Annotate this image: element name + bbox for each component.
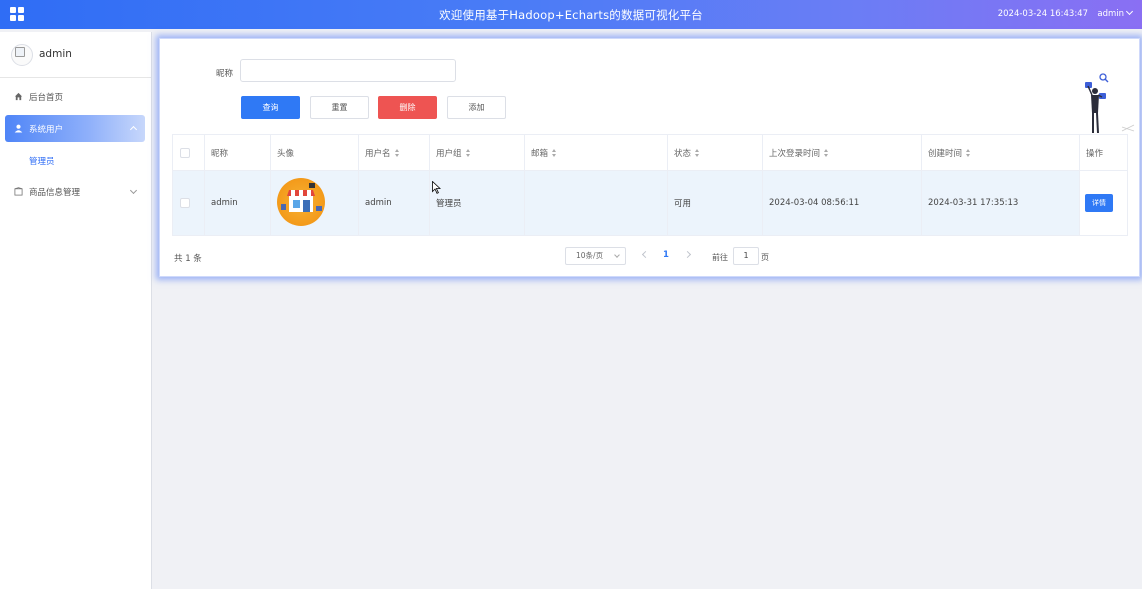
cell-nickname: admin (205, 171, 271, 235)
goto-page-input[interactable]: 1 (733, 247, 759, 265)
goto-label: 前往 (712, 253, 728, 262)
col-actions: 操作 (1086, 148, 1104, 159)
page-size-select[interactable]: 10条/页 (565, 247, 626, 265)
col-email[interactable]: 邮箱 (525, 135, 668, 170)
col-username[interactable]: 用户名 (359, 135, 430, 170)
sidebar-profile: admin (0, 32, 151, 78)
col-nickname: 昵称 (205, 135, 271, 170)
sidebar-item-products[interactable]: 商品信息管理 (5, 178, 145, 205)
main-card: 昵称 查询 重置 删除 添加 昵称 头像 用户名 用户组 邮箱 状态 上次登录时… (159, 38, 1140, 277)
chevron-down-icon (614, 252, 620, 258)
cell-last-login: 2024-03-04 08:56:11 (763, 171, 922, 235)
sidebar-item-label: 系统用户 (29, 125, 64, 135)
pagination-total: 共 1 条 (174, 254, 202, 264)
top-header: 欢迎使用基于Hadoop+Echarts的数据可视化平台 2024-03-24 … (0, 0, 1142, 29)
box-icon (14, 187, 23, 196)
user-icon (14, 124, 23, 133)
table-row[interactable]: admin admin 管理员 可用 2024-03-04 08:56:11 2… (173, 171, 1127, 235)
sidebar-item-label: 后台首页 (29, 93, 64, 103)
query-button[interactable]: 查询 (241, 96, 300, 119)
nickname-search-input[interactable] (240, 59, 456, 82)
table-header: 昵称 头像 用户名 用户组 邮箱 状态 上次登录时间 创建时间 操作 (173, 135, 1127, 171)
chevron-down-icon (1125, 7, 1134, 16)
cell-avatar (271, 171, 359, 235)
cell-username: admin (359, 171, 430, 235)
col-status[interactable]: 状态 (668, 135, 763, 170)
cell-status: 可用 (668, 171, 763, 235)
cell-usergroup: 管理员 (430, 171, 525, 235)
mouse-cursor-icon (432, 181, 441, 194)
datetime-display: 2024-03-24 16:43:47 (997, 9, 1088, 19)
search-illustration-icon (1085, 73, 1135, 134)
cell-created: 2024-03-31 17:35:13 (922, 171, 1080, 235)
page-size-value: 10条/页 (576, 251, 604, 260)
sort-icon[interactable] (465, 149, 471, 157)
col-last-login[interactable]: 上次登录时间 (763, 135, 922, 170)
sidebar-subitem-admin[interactable]: 管理员 (29, 155, 55, 167)
select-all-checkbox[interactable] (180, 147, 190, 158)
cell-actions: 详情 (1080, 171, 1127, 235)
chevron-down-icon (129, 186, 138, 195)
cell-email (525, 171, 668, 235)
home-icon (14, 92, 23, 101)
page-number-current[interactable]: 1 (663, 250, 669, 260)
user-menu-label: admin (1097, 9, 1124, 19)
add-button[interactable]: 添加 (447, 96, 506, 119)
row-select-cell (173, 171, 205, 235)
select-all-cell (173, 135, 205, 170)
sidebar-item-system-users[interactable]: 系统用户 (5, 115, 145, 142)
reset-button[interactable]: 重置 (310, 96, 369, 119)
sort-icon[interactable] (824, 149, 829, 157)
prev-page-icon[interactable] (641, 250, 650, 259)
nickname-label: 昵称 (216, 69, 234, 79)
user-menu[interactable]: admin (1097, 7, 1134, 19)
user-avatar-image (277, 178, 325, 226)
delete-button[interactable]: 删除 (378, 96, 437, 119)
sidebar-item-label: 商品信息管理 (29, 188, 81, 198)
users-table: 昵称 头像 用户名 用户组 邮箱 状态 上次登录时间 创建时间 操作 admin (172, 134, 1128, 236)
sort-icon[interactable] (966, 149, 971, 157)
col-created[interactable]: 创建时间 (922, 135, 1080, 170)
sort-icon[interactable] (552, 149, 557, 157)
col-usergroup[interactable]: 用户组 (430, 135, 525, 170)
next-page-icon[interactable] (683, 250, 692, 259)
sidebar-username: admin (39, 48, 72, 60)
avatar (11, 44, 33, 66)
col-avatar: 头像 (271, 135, 359, 170)
sidebar-item-home[interactable]: 后台首页 (5, 83, 145, 110)
sort-icon[interactable] (394, 149, 400, 157)
chevron-up-icon (129, 125, 138, 134)
app-title: 欢迎使用基于Hadoop+Echarts的数据可视化平台 (439, 8, 703, 22)
goto-unit-label: 页 (761, 253, 769, 262)
sidebar: admin 后台首页 系统用户 管理员 商品信息管理 (0, 32, 152, 589)
sort-icon[interactable] (695, 149, 700, 157)
detail-button[interactable]: 详情 (1085, 194, 1113, 212)
storefront-icon (281, 183, 322, 212)
row-checkbox[interactable] (180, 198, 190, 208)
